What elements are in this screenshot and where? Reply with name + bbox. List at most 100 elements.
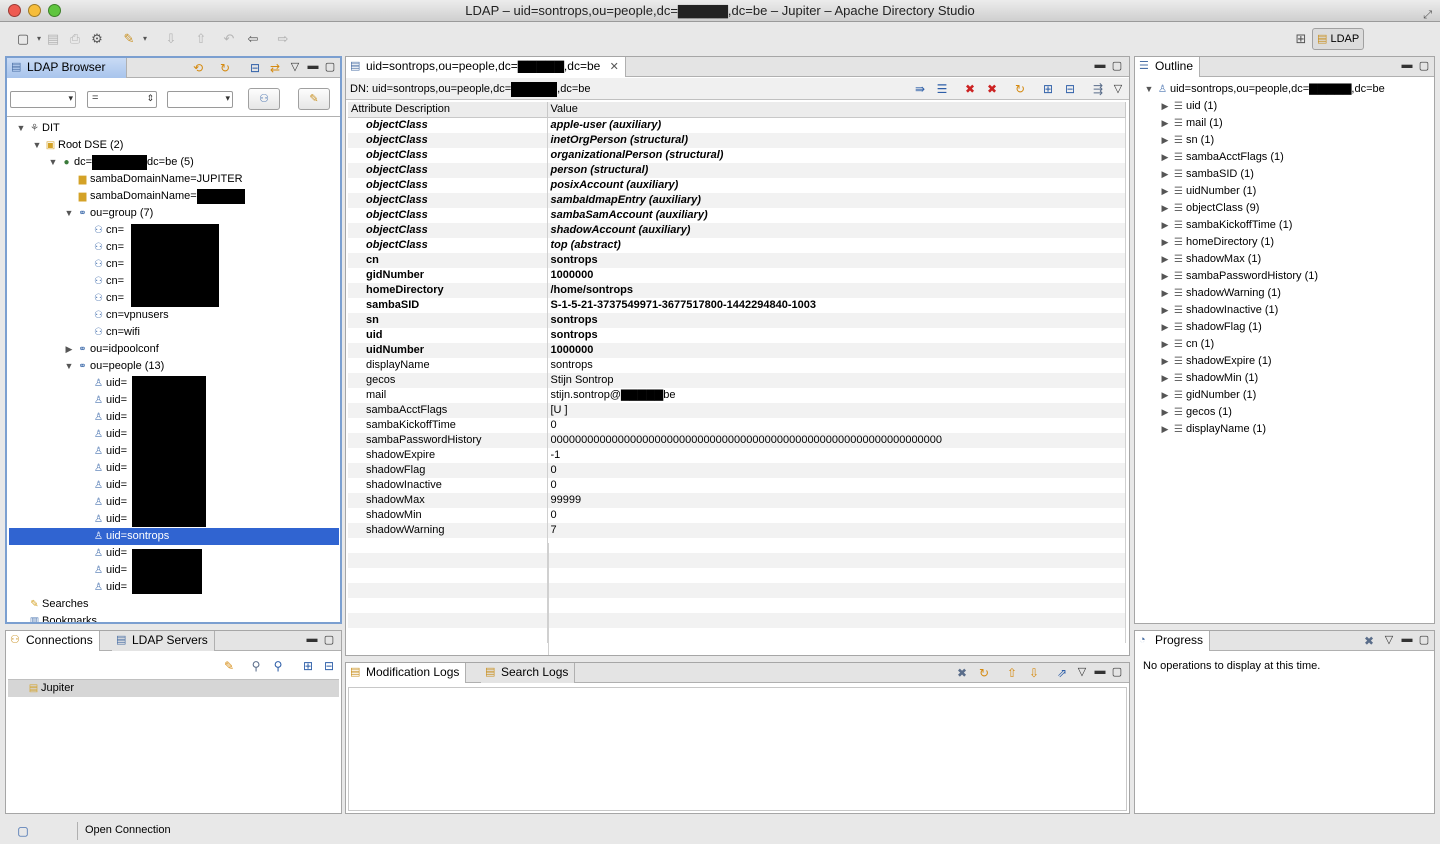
- link-with-editor-icon[interactable]: ⟲: [190, 60, 206, 76]
- outline-attribute-item[interactable]: ▶ ☰ uidNumber (1): [1159, 183, 1257, 200]
- delete-all-icon[interactable]: ✖: [984, 81, 1000, 97]
- maximize-icon[interactable]: ▢: [324, 60, 336, 73]
- expand-icon[interactable]: ▶: [1159, 149, 1171, 166]
- tree-node-person[interactable]: ♙ uid=: [79, 426, 127, 443]
- tab-progress[interactable]: ◔ Progress: [1135, 631, 1211, 651]
- print-icon[interactable]: ⎙: [66, 30, 84, 48]
- attribute-name-cell[interactable]: shadowInactive: [348, 477, 548, 493]
- expand-icon[interactable]: ▶: [1159, 302, 1171, 319]
- attribute-value-cell[interactable]: sontrops: [547, 252, 1126, 268]
- attribute-value-cell[interactable]: sontrops: [547, 312, 1126, 328]
- attribute-value-cell[interactable]: 7: [547, 522, 1126, 538]
- attribute-value-cell[interactable]: 1000000: [547, 267, 1126, 283]
- attribute-value-cell[interactable]: [U ]: [547, 402, 1126, 418]
- expand-icon[interactable]: ▶: [1159, 132, 1171, 149]
- expand-icon[interactable]: ▶: [1159, 115, 1171, 132]
- outline-attribute-item[interactable]: ▶ ☰ gecos (1): [1159, 404, 1232, 421]
- filter-apply-button[interactable]: ⚇: [248, 88, 280, 110]
- collapse-icon[interactable]: ▼: [31, 137, 43, 154]
- attribute-row[interactable]: shadowWarning 7: [348, 522, 1126, 538]
- expand-icon[interactable]: ▶: [1159, 200, 1171, 217]
- expand-icon[interactable]: ▶: [1159, 183, 1171, 200]
- attribute-name-cell[interactable]: cn: [348, 252, 548, 268]
- tree-node-ou-group[interactable]: ▼ ⚭ ou=group (7): [63, 205, 154, 222]
- close-connection-icon[interactable]: ⚲: [270, 658, 286, 674]
- connection-dropdown-icon[interactable]: ▾: [136, 30, 154, 48]
- attribute-name-cell[interactable]: sn: [348, 312, 548, 328]
- tree-node-person[interactable]: ♙ uid=: [79, 562, 127, 579]
- attribute-name-cell[interactable]: mail: [348, 387, 548, 403]
- outline-attribute-item[interactable]: ▶ ☰ sambaAcctFlags (1): [1159, 149, 1284, 166]
- expand-icon[interactable]: ▶: [1159, 370, 1171, 387]
- attribute-name-cell[interactable]: shadowExpire: [348, 447, 548, 463]
- clear-logs-icon[interactable]: ✖: [954, 665, 970, 681]
- expand-icon[interactable]: ▶: [1159, 319, 1171, 336]
- attribute-name-cell[interactable]: shadowWarning: [348, 522, 548, 538]
- expand-icon[interactable]: ▶: [1159, 166, 1171, 183]
- outline-attribute-item[interactable]: ▶ ☰ shadowMax (1): [1159, 251, 1262, 268]
- expand-all-icon[interactable]: ⊞: [1040, 81, 1056, 97]
- attribute-value-cell[interactable]: 0000000000000000000000000000000000000000…: [547, 432, 1126, 448]
- attribute-name-cell[interactable]: objectClass: [348, 192, 548, 208]
- open-connection-icon[interactable]: ⚲: [248, 658, 264, 674]
- tree-node-dit[interactable]: ▼ ⚘ DIT: [15, 120, 60, 137]
- tree-node-group[interactable]: ⚇ cn=: [79, 273, 124, 290]
- outline-attribute-item[interactable]: ▶ ☰ objectClass (9): [1159, 200, 1260, 217]
- view-menu-icon[interactable]: ▽: [289, 60, 301, 73]
- tree-node-group[interactable]: ⚇ cn=: [79, 222, 124, 239]
- outline-attribute-item[interactable]: ▶ ☰ gidNumber (1): [1159, 387, 1257, 404]
- outline-attribute-item[interactable]: ▶ ☰ displayName (1): [1159, 421, 1267, 438]
- expand-all-icon[interactable]: ⊞: [300, 658, 316, 674]
- tree-node-searches[interactable]: ✎ Searches: [15, 596, 88, 613]
- attribute-row[interactable]: sambaPasswordHistory 00000000000000000000…: [348, 432, 1126, 448]
- outline-attribute-item[interactable]: ▶ ☰ shadowWarning (1): [1159, 285, 1281, 302]
- view-menu-icon[interactable]: ▽: [1076, 665, 1088, 678]
- attribute-name-cell[interactable]: objectClass: [348, 117, 548, 133]
- tree-node-ou-people[interactable]: ▼ ⚭ ou=people (13): [63, 358, 165, 375]
- attribute-value-cell[interactable]: posixAccount (auxiliary): [547, 177, 1126, 193]
- tree-node-group-vpnusers[interactable]: ⚇ cn=vpnusers: [79, 307, 169, 324]
- attribute-name-cell[interactable]: objectClass: [348, 207, 548, 223]
- attribute-row[interactable]: sn sontrops: [348, 312, 1126, 328]
- attribute-value-cell[interactable]: -1: [547, 447, 1126, 463]
- forward-icon[interactable]: ⇨: [274, 30, 292, 48]
- attribute-row[interactable]: cn sontrops: [348, 252, 1126, 268]
- outline-attribute-item[interactable]: ▶ ☰ shadowMin (1): [1159, 370, 1259, 387]
- tree-node-person[interactable]: ♙ uid=: [79, 392, 127, 409]
- attribute-value-cell[interactable]: /home/sontrops: [547, 282, 1126, 298]
- outline-attribute-item[interactable]: ▶ ☰ sambaSID (1): [1159, 166, 1254, 183]
- attribute-name-cell[interactable]: objectClass: [348, 237, 548, 253]
- attribute-name-cell[interactable]: gecos: [348, 372, 548, 388]
- attribute-row[interactable]: objectClass person (structural): [348, 162, 1126, 178]
- prev-annotation-icon[interactable]: ⇧: [192, 30, 210, 48]
- collapse-icon[interactable]: ▼: [15, 120, 27, 137]
- attribute-row[interactable]: shadowInactive 0: [348, 477, 1126, 493]
- outline-attribute-item[interactable]: ▶ ☰ shadowFlag (1): [1159, 319, 1262, 336]
- attribute-row[interactable]: mail stijn.sontrop@▇▇▇▇▇be: [348, 387, 1126, 403]
- tab-modification-logs[interactable]: ▤ Modification Logs: [346, 663, 467, 683]
- outline-root-entry[interactable]: ▼ ♙ uid=sontrops,ou=people,dc=▇▇▇▇▇,dc=be: [1143, 81, 1385, 98]
- preferences-icon[interactable]: ⚙: [88, 30, 106, 48]
- operator-combo[interactable]: = ⇕: [87, 91, 157, 108]
- attribute-row[interactable]: shadowMin 0: [348, 507, 1126, 523]
- column-header-value[interactable]: Value: [547, 102, 1126, 118]
- refresh-icon[interactable]: ↻: [217, 60, 233, 76]
- attribute-name-cell[interactable]: objectClass: [348, 147, 548, 163]
- tree-node-person[interactable]: ♙ uid=: [79, 375, 127, 392]
- attribute-value-cell[interactable]: person (structural): [547, 162, 1126, 178]
- attribute-value-cell[interactable]: 0: [547, 507, 1126, 523]
- attribute-filter-combo[interactable]: ▾: [10, 91, 76, 108]
- outline-attribute-item[interactable]: ▶ ☰ uid (1): [1159, 98, 1218, 115]
- expand-icon[interactable]: ▶: [63, 341, 75, 358]
- attribute-row[interactable]: shadowMax 99999: [348, 492, 1126, 508]
- attribute-row[interactable]: sambaAcctFlags [U ]: [348, 402, 1126, 418]
- last-edit-icon[interactable]: ↶: [220, 30, 238, 48]
- view-menu-icon[interactable]: ▽: [1383, 633, 1395, 646]
- maximize-icon[interactable]: ▢: [1111, 665, 1123, 678]
- tree-node-group[interactable]: ⚇ cn=: [79, 290, 124, 307]
- outline-attribute-item[interactable]: ▶ ☰ cn (1): [1159, 336, 1215, 353]
- collapse-all-icon[interactable]: ⊟: [247, 60, 263, 76]
- outline-attribute-item[interactable]: ▶ ☰ shadowExpire (1): [1159, 353, 1272, 370]
- refresh-icon[interactable]: ↻: [1012, 81, 1028, 97]
- tab-entry-editor[interactable]: ▤ uid=sontrops,ou=people,dc=▇▇▇▇▇,dc=be …: [346, 57, 626, 77]
